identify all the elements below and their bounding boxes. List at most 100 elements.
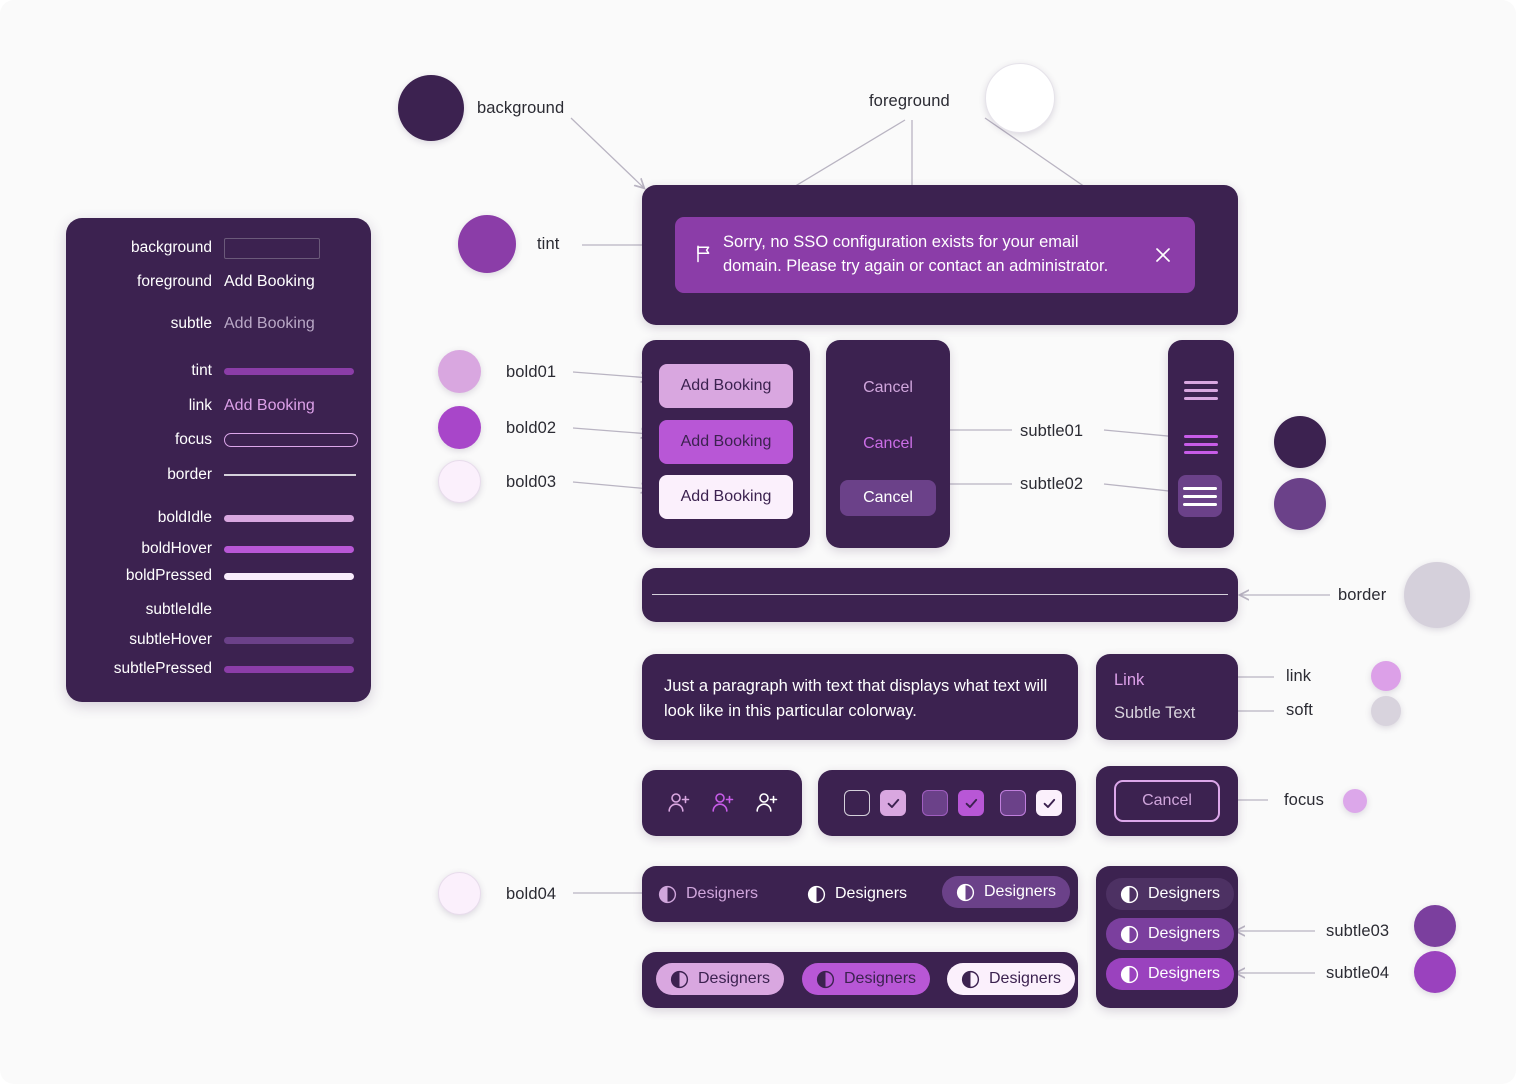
annotation-tint: tint bbox=[537, 235, 560, 253]
subtle-text: Subtle Text bbox=[1114, 704, 1196, 722]
swatch-tint bbox=[458, 215, 516, 273]
half-circle-icon bbox=[1120, 965, 1139, 983]
hamburger-icon-bold01[interactable] bbox=[1184, 377, 1218, 403]
border-demo-card bbox=[642, 568, 1238, 622]
annotation-bold01: bold01 bbox=[506, 363, 557, 381]
cancel-button-subtle01[interactable]: Cancel bbox=[840, 426, 936, 462]
legend-label: boldHover bbox=[141, 540, 212, 557]
legend-row-subtle: subtle Add Booking bbox=[66, 311, 371, 337]
hamburger-icon-bold02[interactable] bbox=[1184, 431, 1218, 457]
swatch-subtle04 bbox=[1414, 951, 1456, 993]
menu-button-subtle02[interactable] bbox=[1178, 475, 1222, 517]
swatch-soft bbox=[1371, 696, 1401, 726]
annotation-background: background bbox=[477, 99, 565, 117]
chip-label: Designers bbox=[844, 970, 917, 987]
swatch-subtle03 bbox=[1414, 905, 1456, 947]
legend-label: subtleHover bbox=[129, 631, 212, 648]
alert-demo-card: Sorry, no SSO configuration exists for y… bbox=[642, 185, 1238, 325]
background-swatch-box bbox=[224, 237, 320, 259]
add-booking-button-bold01[interactable]: Add Booking bbox=[659, 364, 793, 408]
checkbox-checked-bold02[interactable] bbox=[958, 790, 984, 816]
flag-icon bbox=[693, 243, 715, 265]
paragraph-text: Just a paragraph with text that displays… bbox=[664, 677, 1048, 720]
half-circle-icon bbox=[956, 883, 975, 901]
chip-designers-filled-bold03[interactable]: Designers bbox=[947, 963, 1076, 995]
swatch-link bbox=[1371, 661, 1401, 691]
annotation-subtle01: subtle01 bbox=[1020, 422, 1084, 440]
chip-label: Designers bbox=[835, 885, 908, 902]
legend-row-link: link Add Booking bbox=[66, 393, 371, 419]
chip-designers-subtle03[interactable]: Designers bbox=[1106, 918, 1235, 950]
half-circle-icon bbox=[961, 970, 980, 988]
legend-row-boldpressed: boldPressed bbox=[66, 563, 371, 589]
cancel-button-subtle02[interactable]: Cancel bbox=[840, 480, 936, 516]
chip-designers-filled-bold02[interactable]: Designers bbox=[802, 963, 931, 995]
link-demo-card: Link Subtle Text bbox=[1096, 654, 1238, 740]
cancel-button-subtle-idle[interactable]: Cancel bbox=[840, 370, 936, 406]
chip-row-filled-card: Designers Designers Designers bbox=[642, 952, 1078, 1008]
annotation-focus: focus bbox=[1284, 791, 1324, 809]
annotation-bold02: bold02 bbox=[506, 419, 557, 437]
legend-row-tint: tint bbox=[66, 358, 371, 384]
boldhover-bar bbox=[224, 545, 354, 553]
border-line bbox=[224, 474, 356, 476]
add-booking-button-bold02[interactable]: Add Booking bbox=[659, 420, 793, 464]
swatch-background bbox=[398, 75, 464, 141]
half-circle-icon bbox=[658, 885, 677, 903]
swatch-subtle02 bbox=[1274, 478, 1326, 530]
checkbox-unchecked-border[interactable] bbox=[844, 790, 870, 816]
link-text[interactable]: Link bbox=[1114, 671, 1144, 690]
swatch-focus bbox=[1343, 789, 1367, 813]
checkbox-checked-bold03[interactable] bbox=[1036, 790, 1062, 816]
alert-message: Sorry, no SSO configuration exists for y… bbox=[723, 233, 1109, 275]
chip-designers-bold01[interactable]: Designers bbox=[656, 878, 772, 910]
annotation-subtle03: subtle03 bbox=[1326, 922, 1390, 940]
legend-row-border: border bbox=[66, 462, 371, 488]
add-booking-button-bold03[interactable]: Add Booking bbox=[659, 475, 793, 519]
color-token-legend-panel: background foreground Add Booking subtle… bbox=[66, 218, 371, 702]
annotation-bold03: bold03 bbox=[506, 473, 557, 491]
close-icon[interactable] bbox=[1153, 245, 1173, 265]
add-person-icon-bold02[interactable] bbox=[710, 790, 736, 816]
swatch-foreground bbox=[985, 63, 1055, 133]
checkbox-checked-bold01[interactable] bbox=[880, 790, 906, 816]
legend-row-subtlehover: subtleHover bbox=[66, 627, 371, 653]
legend-label: foreground bbox=[137, 273, 212, 290]
divider-line bbox=[652, 594, 1228, 596]
checkbox-unchecked-bold-border[interactable] bbox=[1000, 790, 1026, 816]
legend-label: subtle bbox=[170, 315, 212, 332]
legend-label: focus bbox=[174, 431, 212, 448]
subtlehover-bar bbox=[224, 636, 354, 644]
legend-label: subtleIdle bbox=[145, 601, 212, 618]
chip-label: Designers bbox=[698, 970, 771, 987]
paragraph-demo-card: Just a paragraph with text that displays… bbox=[642, 654, 1078, 740]
annotation-bold04: bold04 bbox=[506, 885, 557, 903]
chip-designers-foreground[interactable]: Designers bbox=[805, 878, 921, 910]
cancel-button-card: Cancel Cancel Cancel bbox=[826, 340, 950, 548]
add-booking-button-card: Add Booking Add Booking Add Booking bbox=[642, 340, 810, 548]
legend-row-boldidle: boldIdle bbox=[66, 505, 371, 531]
chip-designers-subtle-idle[interactable]: Designers bbox=[1106, 878, 1235, 910]
subtlepressed-bar bbox=[224, 665, 354, 673]
add-person-icon-foreground[interactable] bbox=[754, 790, 780, 816]
chip-label: Designers bbox=[984, 883, 1057, 900]
legend-label: subtlePressed bbox=[113, 660, 212, 677]
chip-designers-subtle02[interactable]: Designers bbox=[942, 876, 1071, 908]
foreground-sample-text: Add Booking bbox=[224, 273, 315, 290]
chip-designers-filled-bold01[interactable]: Designers bbox=[656, 963, 785, 995]
legend-row-boldhover: boldHover bbox=[66, 536, 371, 562]
half-circle-icon bbox=[816, 970, 835, 988]
cancel-button-focused[interactable]: Cancel bbox=[1114, 780, 1220, 822]
add-person-icon-bold01[interactable] bbox=[666, 790, 692, 816]
swatch-bold03 bbox=[438, 460, 481, 503]
legend-label: border bbox=[167, 466, 212, 483]
swatch-bold02 bbox=[438, 406, 481, 449]
chip-label: Designers bbox=[1148, 925, 1221, 942]
link-sample-text: Add Booking bbox=[224, 397, 315, 414]
legend-row-focus: focus bbox=[66, 427, 371, 453]
legend-row-subtleidle: subtleIdle bbox=[66, 597, 371, 623]
annotation-subtle04: subtle04 bbox=[1326, 964, 1390, 982]
add-person-icon-card bbox=[642, 770, 802, 836]
chip-designers-subtle04[interactable]: Designers bbox=[1106, 958, 1235, 990]
checkbox-unchecked-subtle[interactable] bbox=[922, 790, 948, 816]
